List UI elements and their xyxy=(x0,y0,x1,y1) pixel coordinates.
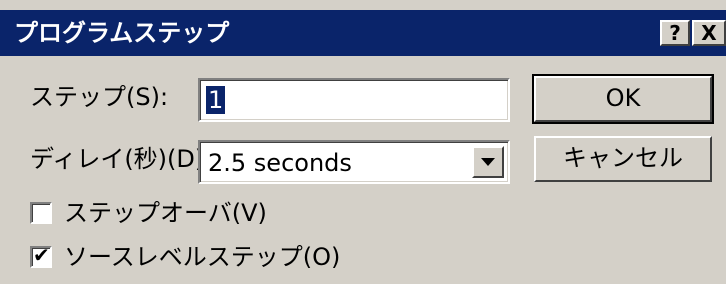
help-icon: ? xyxy=(669,21,681,45)
close-icon: X xyxy=(701,21,717,45)
step-over-label: ステップオーバ(V) xyxy=(64,199,267,227)
window-title: プログラムステップ xyxy=(14,19,230,47)
step-input-value: 1 xyxy=(206,86,226,114)
delay-select-value: 2.5 seconds xyxy=(208,149,352,177)
step-label: ステップ(S): xyxy=(30,83,169,111)
program-step-dialog: プログラムステップ ? X ステップ(S): 1 ディレイ(秒)(D): 2.5… xyxy=(0,0,726,284)
delay-label: ディレイ(秒)(D): xyxy=(30,145,213,173)
checkmark-icon: ✔ xyxy=(33,243,50,267)
chevron-down-icon xyxy=(481,158,495,166)
source-level-step-label: ソースレベルステップ(O) xyxy=(64,243,341,271)
cancel-button[interactable]: キャンセル xyxy=(534,136,712,182)
step-over-checkbox[interactable] xyxy=(30,202,52,224)
title-bar[interactable]: プログラムステップ ? X xyxy=(0,10,726,56)
source-level-step-checkbox[interactable]: ✔ xyxy=(30,243,52,268)
ok-button[interactable]: OK xyxy=(532,74,714,124)
close-button[interactable]: X xyxy=(692,20,726,46)
delay-dropdown-button[interactable] xyxy=(472,146,504,178)
delay-select[interactable]: 2.5 seconds xyxy=(198,140,510,184)
step-input[interactable]: 1 xyxy=(198,78,510,122)
help-button[interactable]: ? xyxy=(660,20,690,46)
